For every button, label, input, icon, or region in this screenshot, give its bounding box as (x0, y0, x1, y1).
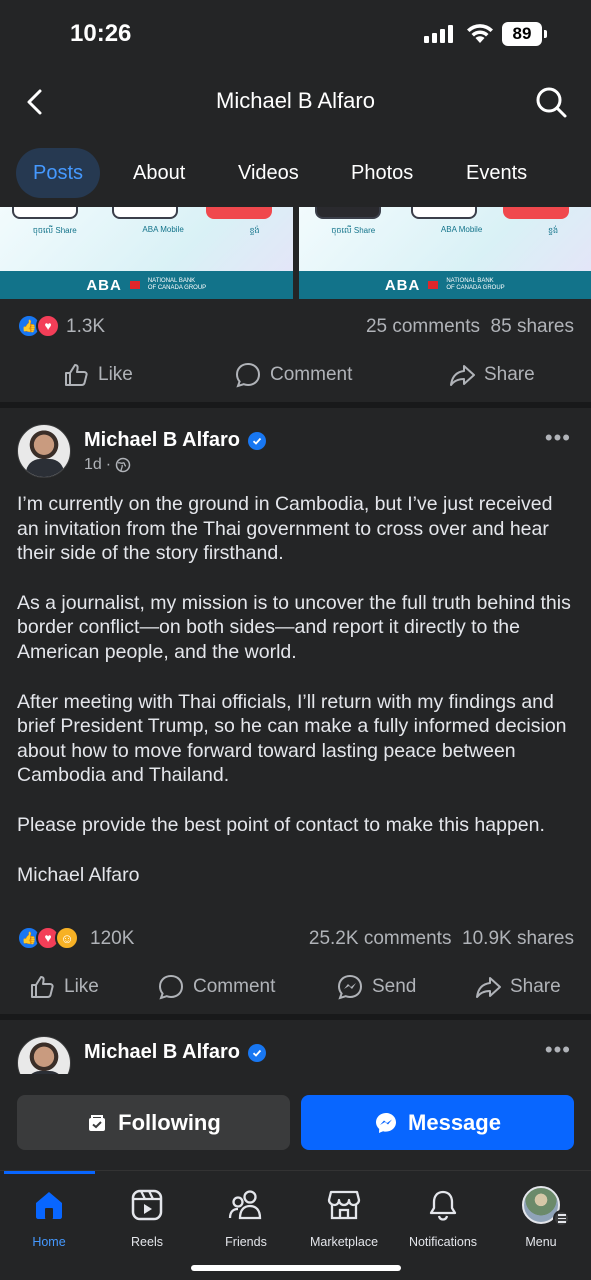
share-arrow-icon (450, 365, 475, 386)
search-button[interactable] (531, 82, 571, 122)
post-paragraph: I’m currently on the ground in Cambodia,… (17, 493, 553, 565)
post-paragraph: After meeting with Thai officials, I’ll … (17, 690, 567, 787)
comments-shares[interactable]: 25.2K comments 10.9K shares (309, 928, 574, 950)
verified-badge-icon (247, 431, 266, 450)
post3-header: Michael B Alfaro ••• (0, 1034, 591, 1074)
wifi-icon (467, 24, 493, 43)
banner-step-text: ខ្ទង់ (249, 226, 260, 235)
following-button[interactable]: Following (17, 1095, 290, 1150)
search-icon (536, 87, 567, 118)
post-image-gallery[interactable]: ចុចលើ Share ABA Mobile ខ្ទង់ ABA NATIONA… (0, 207, 591, 299)
author-name[interactable]: Michael B Alfaro (84, 1041, 266, 1064)
post-divider (0, 402, 591, 408)
marketplace-icon (327, 1190, 361, 1220)
cellular-signal-icon (424, 25, 453, 43)
comment-icon (158, 974, 184, 1000)
banner-step-text: ABA Mobile (440, 225, 483, 234)
nav-friends[interactable]: Friends (197, 1185, 295, 1249)
banner-step-text: ABA Mobile (142, 225, 184, 234)
message-button[interactable]: Message (301, 1095, 574, 1150)
post1-reactions-bar: 👍 ♥ 1.3K 25 comments 85 shares (0, 306, 591, 346)
post-image-right[interactable]: ចុចលើ Share ABA Mobile ខ្ទង់ ABA NATIONA… (298, 207, 591, 299)
post2-header: Michael B Alfaro 1d · ••• (0, 422, 591, 486)
messenger-icon (337, 974, 363, 1000)
messenger-icon (376, 1112, 397, 1133)
author-avatar[interactable] (17, 1036, 71, 1074)
like-button[interactable]: Like (28, 962, 99, 1012)
home-indicator[interactable] (191, 1265, 401, 1271)
more-options-icon[interactable]: ••• (545, 425, 571, 451)
bell-icon (429, 1190, 457, 1221)
friends-icon (228, 1190, 262, 1220)
nav-marketplace[interactable]: Marketplace (295, 1185, 393, 1249)
banner-step-text: ចុចលើ Share (32, 226, 77, 235)
author-avatar[interactable] (17, 424, 71, 478)
nav-home[interactable]: Home (0, 1185, 98, 1249)
care-reaction-icon: ☺ (55, 926, 79, 950)
send-button[interactable]: Send (336, 962, 416, 1012)
tab-events[interactable]: Events (466, 148, 527, 198)
tab-posts[interactable]: Posts (16, 148, 101, 198)
reaction-count[interactable]: 120K (90, 928, 134, 950)
reels-icon (131, 1189, 163, 1221)
menu-hamburger-icon (553, 1210, 570, 1227)
aba-logo: ABA (384, 276, 421, 294)
active-tab-indicator (4, 1171, 95, 1174)
tab-videos[interactable]: Videos (238, 148, 299, 198)
post2-actions: Like Comment Send Share (0, 962, 591, 1012)
comment-button[interactable]: Comment (234, 350, 352, 400)
tab-about[interactable]: About (133, 148, 185, 198)
page-title: Michael B Alfaro (216, 88, 375, 113)
national-bank-flag-icon (428, 281, 439, 289)
profile-header: Michael B Alfaro (0, 70, 591, 134)
love-reaction-icon: ♥ (36, 314, 60, 338)
post-paragraph: Please provide the best point of contact… (17, 813, 545, 836)
partner-logo-text: NATIONAL BANK OF CANADA GROUP (147, 278, 207, 291)
reaction-count[interactable]: 1.3K (66, 316, 105, 338)
partner-logo-text: NATIONAL BANK OF CANADA GROUP (446, 278, 505, 291)
globe-icon (115, 457, 131, 473)
thumbs-up-icon (65, 364, 88, 386)
post-time[interactable]: 1d (84, 456, 102, 474)
battery-icon: 89 (502, 22, 547, 46)
verified-badge-icon (247, 1043, 266, 1062)
post-divider (0, 1014, 591, 1020)
like-button[interactable]: Like (62, 350, 133, 400)
post-image-left[interactable]: ចុចលើ Share ABA Mobile ខ្ទង់ ABA NATIONA… (0, 207, 293, 299)
national-bank-flag-icon (129, 281, 140, 289)
nav-reels[interactable]: Reels (98, 1185, 196, 1249)
share-button[interactable]: Share (474, 962, 561, 1012)
comments-shares[interactable]: 25 comments 85 shares (366, 316, 574, 338)
author-name[interactable]: Michael B Alfaro (84, 429, 266, 452)
home-icon (36, 1192, 62, 1219)
profile-tabs: Posts About Videos Photos Events (0, 145, 591, 201)
more-options-icon[interactable]: ••• (545, 1037, 571, 1063)
post-signature: Michael Alfaro (17, 863, 140, 886)
nav-notifications[interactable]: Notifications (394, 1185, 492, 1249)
comment-button[interactable]: Comment (157, 962, 275, 1012)
thumbs-up-icon (31, 976, 54, 998)
post2-text: I’m currently on the ground in Cambodia,… (17, 492, 577, 912)
post-paragraph: As a journalist, my mission is to uncove… (17, 591, 571, 663)
status-time: 10:26 (70, 20, 132, 47)
banner-step-text: ខ្ទង់ (547, 226, 559, 235)
post-meta: 1d · (84, 456, 131, 474)
banner-step-text: ចុចលើ Share (331, 226, 376, 235)
following-check-icon (89, 1114, 106, 1131)
bottom-navigation: Home Reels Friends Marketplace Notificat… (0, 1170, 591, 1280)
tab-photos[interactable]: Photos (351, 148, 413, 198)
aba-logo: ABA (86, 276, 122, 294)
comment-icon (235, 362, 261, 388)
share-arrow-icon (476, 977, 501, 998)
reaction-icons[interactable]: 👍 ♥ ☺ (17, 926, 79, 950)
share-button[interactable]: Share (448, 350, 535, 400)
nav-menu[interactable]: Menu (492, 1185, 590, 1249)
profile-cta-bar: Following Message (0, 1086, 591, 1166)
reaction-icons[interactable]: 👍 ♥ (17, 314, 60, 338)
post2-reactions-bar: 👍 ♥ ☺ 120K 25.2K comments 10.9K shares (0, 918, 591, 958)
post1-actions: Like Comment Share (0, 350, 591, 400)
status-bar: 10:26 89 (0, 0, 591, 70)
